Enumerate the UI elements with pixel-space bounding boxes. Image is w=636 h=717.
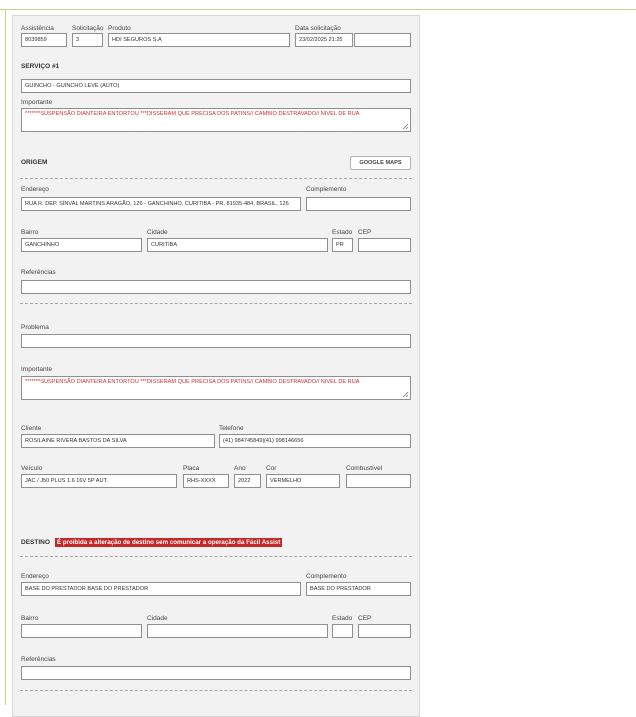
combustivel-field[interactable]: [346, 474, 411, 488]
destino-complemento-label: Complemento: [306, 573, 347, 580]
veiculo-field[interactable]: JAC / J50 PLUS 1.6 16V 5P AUT.: [21, 474, 177, 488]
origem-complemento-field[interactable]: [306, 197, 411, 211]
origem-referencias-field[interactable]: [21, 280, 411, 294]
ano-label: Ano: [234, 465, 246, 472]
origem-cep-label: CEP: [358, 229, 372, 236]
google-maps-button[interactable]: GOOGLE MAPS: [350, 156, 411, 170]
assistencia-field[interactable]: 8039859: [21, 33, 67, 47]
origem-endereco-label: Endereço: [21, 186, 49, 193]
frame-top-rule: [0, 9, 636, 10]
servico-importante-text: *******SUSPENSÃO DIANTEIRA ENTORTOU ***D…: [25, 111, 360, 117]
problema-importante-text: *******SUSPENSÃO DIANTEIRA ENTORTOU ***D…: [25, 379, 360, 385]
data-solicitacao-label: Data solicitação: [295, 25, 341, 32]
assistencia-label: Assistência: [21, 25, 54, 32]
destino-cep-label: CEP: [358, 615, 372, 622]
destino-estado-field[interactable]: [332, 624, 353, 638]
origem-endereco-field[interactable]: RUA R. DEP. SÍNVAL MARTINS ARAGÃO, 126 -…: [21, 197, 301, 211]
origem-referencias-label: Referências: [21, 269, 56, 276]
destino-cep-field[interactable]: [358, 624, 411, 638]
origem-estado-label: Estado: [332, 229, 353, 236]
servico-title: SERVIÇO #1: [21, 63, 60, 70]
cor-field[interactable]: VERMELHO: [266, 474, 340, 488]
veiculo-label: Veículo: [21, 465, 43, 472]
destino-bairro-label: Bairro: [21, 615, 39, 622]
cliente-label: Cliente: [21, 425, 42, 432]
section-divider: [20, 178, 412, 179]
ano-field[interactable]: 2022: [234, 474, 261, 488]
destino-estado-label: Estado: [332, 615, 353, 622]
problema-importante-label: Importante: [21, 366, 53, 373]
destino-title: DESTINO: [21, 539, 50, 546]
data-solicitacao-extra-field[interactable]: [354, 33, 411, 47]
solicitacao-label: Solicitação: [72, 25, 104, 32]
destino-complemento-field[interactable]: BASE DO PRESTADOR: [306, 582, 411, 596]
placa-label: Placa: [183, 465, 200, 472]
origem-cidade-field[interactable]: CURITIBA: [147, 238, 328, 252]
resize-grip-icon[interactable]: [402, 391, 409, 398]
destino-endereco-label: Endereço: [21, 573, 49, 580]
cor-label: Cor: [266, 465, 277, 472]
produto-field[interactable]: HDI SEGUROS S.A: [108, 33, 290, 47]
placa-field[interactable]: RHS-XXXX: [183, 474, 229, 488]
cliente-field[interactable]: ROSILAINE RIVERA BASTOS DA SILVA: [21, 434, 215, 448]
destino-warning-badge: É proibida a alteração de destino sem co…: [55, 538, 283, 547]
servico-tipo-field[interactable]: GUINCHO - GUINCHO LEVE (AUTO): [21, 79, 411, 93]
telefone-field[interactable]: (41) 984745849|(41) 998146656: [219, 434, 411, 448]
problema-field[interactable]: [21, 334, 411, 348]
resize-grip-icon[interactable]: [402, 123, 409, 130]
destino-cidade-field[interactable]: [147, 624, 328, 638]
telefone-label: Telefone: [219, 425, 244, 432]
problema-importante-textarea[interactable]: *******SUSPENSÃO DIANTEIRA ENTORTOU ***D…: [21, 376, 411, 400]
problema-label: Problema: [21, 324, 49, 331]
destino-bairro-field[interactable]: [21, 624, 142, 638]
section-divider: [20, 556, 412, 557]
origem-bairro-label: Bairro: [21, 229, 39, 236]
origem-cep-field[interactable]: [358, 238, 411, 252]
destino-endereco-field[interactable]: BASE DO PRESTADOR BASE DO PRESTADOR: [21, 582, 301, 596]
destino-referencias-field[interactable]: [21, 666, 411, 680]
frame-left-rule: [5, 9, 6, 705]
section-divider: [20, 303, 412, 304]
produto-label: Produto: [108, 25, 131, 32]
combustivel-label: Combustível: [346, 465, 383, 472]
servico-importante-label: Importante: [21, 99, 53, 106]
section-divider: [20, 690, 412, 691]
origem-title: ORIGEM: [21, 159, 48, 166]
origem-cidade-label: Cidade: [147, 229, 168, 236]
solicitacao-field[interactable]: 3: [72, 33, 103, 47]
origem-estado-field[interactable]: PR: [332, 238, 353, 252]
origem-bairro-field[interactable]: GANCHINHO: [21, 238, 142, 252]
servico-importante-textarea[interactable]: *******SUSPENSÃO DIANTEIRA ENTORTOU ***D…: [21, 108, 411, 132]
origem-complemento-label: Complemento: [306, 186, 347, 193]
data-solicitacao-field[interactable]: 23/02/2025 21:25: [295, 33, 353, 47]
destino-referencias-label: Referências: [21, 656, 56, 663]
destino-cidade-label: Cidade: [147, 615, 168, 622]
